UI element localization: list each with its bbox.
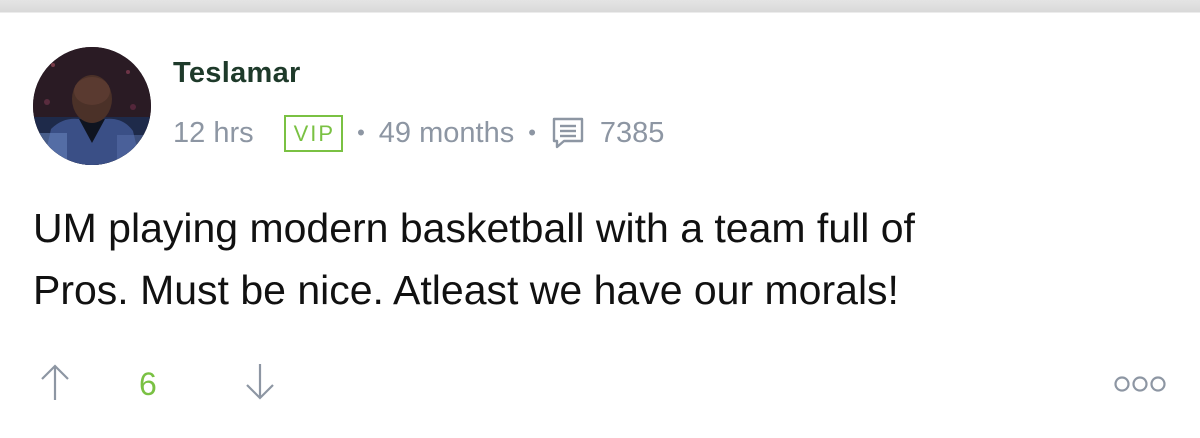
arrow-down-icon[interactable] xyxy=(243,362,277,407)
comment-body-line: Pros. Must be nice. Atleast we have our … xyxy=(33,267,899,313)
timestamp: 12 hrs xyxy=(173,116,254,149)
comment-actions: 6 xyxy=(33,358,1168,408)
comment-card: Teslamar 12 hrs VIP • 49 months • 7385 U… xyxy=(0,13,1200,438)
comment-body: UM playing modern basketball with a team… xyxy=(33,197,1153,321)
comment-meta: 12 hrs VIP • 49 months • 7385 xyxy=(173,113,664,153)
comment-body-line: UM playing modern basketball with a team… xyxy=(33,205,915,251)
message-icon xyxy=(550,115,586,151)
post-count: 7385 xyxy=(599,116,665,149)
member-duration: 49 months xyxy=(378,116,515,149)
top-divider xyxy=(0,0,1200,13)
separator-dot: • xyxy=(357,120,365,145)
avatar[interactable] xyxy=(33,47,151,165)
vote-count: 6 xyxy=(139,366,157,402)
arrow-up-icon[interactable] xyxy=(38,362,72,407)
separator-dot: • xyxy=(528,120,536,145)
username[interactable]: Teslamar xyxy=(173,57,301,90)
more-options-icon[interactable] xyxy=(1112,374,1168,399)
vip-badge: VIP xyxy=(283,114,344,152)
